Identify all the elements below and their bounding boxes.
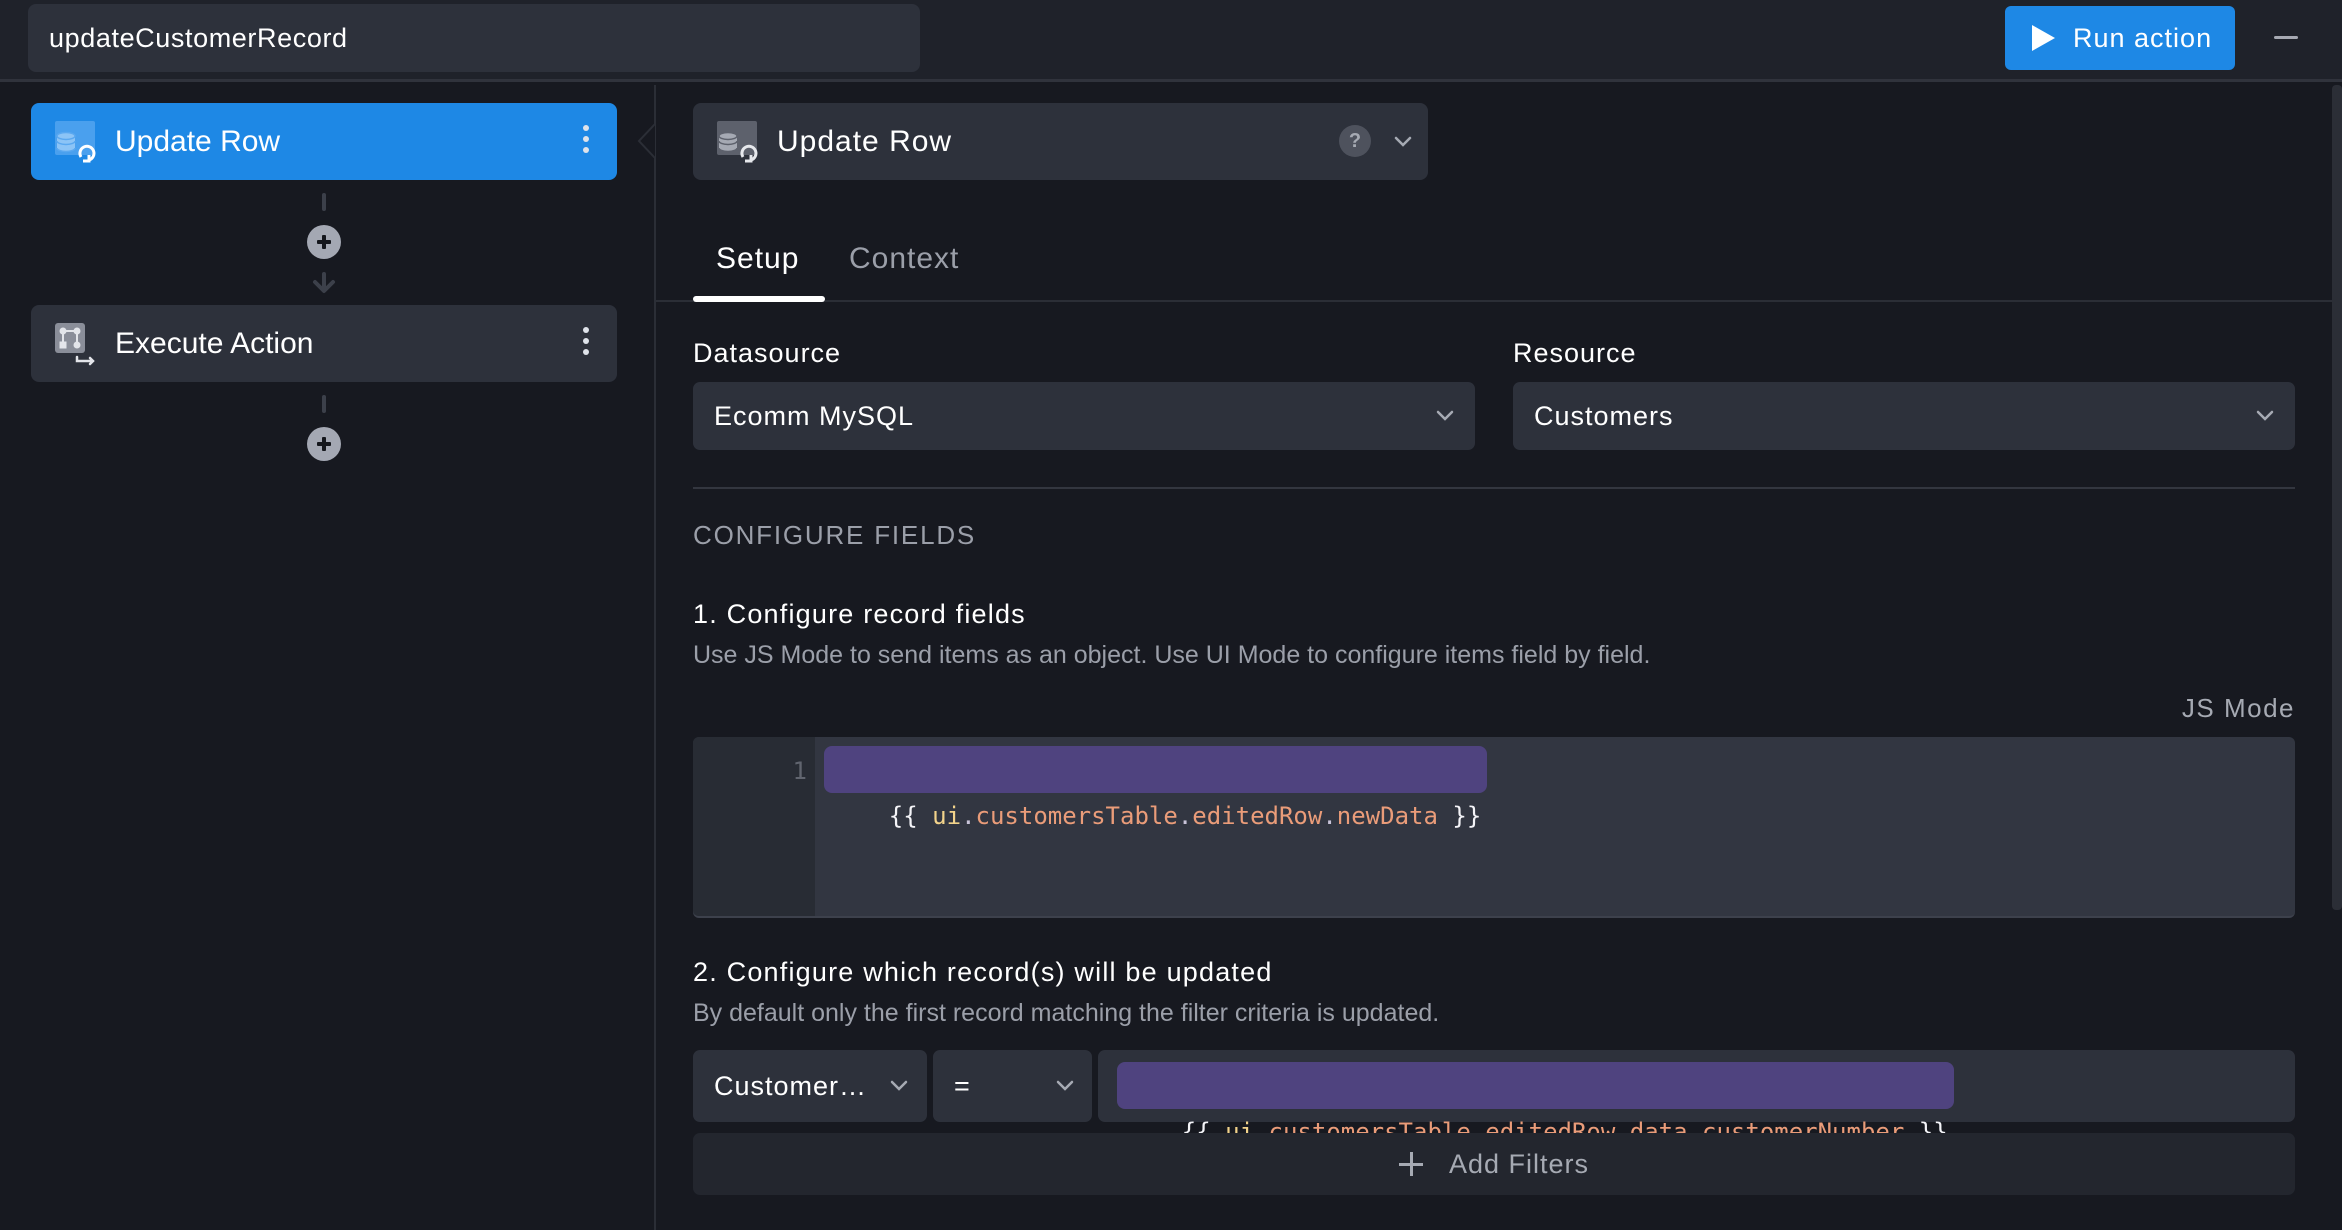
datasource-value: Ecomm MySQL xyxy=(714,401,915,431)
step-label: Update Row xyxy=(115,124,281,158)
filter-operator-value: = xyxy=(954,1071,971,1101)
filter-value-input[interactable]: {{ ui.customersTable.editedRow.data.cust… xyxy=(1098,1050,2295,1146)
step-card-update-row[interactable]: Update Row xyxy=(31,103,617,180)
help-icon[interactable]: ? xyxy=(1339,125,1371,157)
binding-expression: {{ ui.customersTable.editedRow.data.cust… xyxy=(1117,1062,1954,1146)
run-action-label: Run action xyxy=(2073,23,2213,53)
add-filters-button[interactable]: Add Filters xyxy=(693,1133,2295,1195)
chevron-down-icon[interactable] xyxy=(1393,135,1413,149)
binding-expression: {{ ui.customersTable.editedRow.newData }… xyxy=(824,746,1488,830)
database-update-icon xyxy=(717,121,758,163)
tab-context[interactable]: Context xyxy=(849,225,959,301)
run-action-button[interactable]: Run action xyxy=(2005,6,2235,70)
scrollbar[interactable] xyxy=(2332,85,2342,910)
record-fields-code-editor[interactable]: 1 {{ ui.customersTable.editedRow.newData… xyxy=(693,737,2295,918)
play-icon xyxy=(2032,25,2055,51)
chevron-down-icon xyxy=(2256,410,2274,421)
add-step-button[interactable] xyxy=(307,427,341,461)
chevron-down-icon xyxy=(890,1080,908,1091)
line-gutter: 1 xyxy=(693,737,815,916)
connector-line xyxy=(322,395,326,413)
datasource-select[interactable]: Ecomm MySQL xyxy=(693,382,1475,450)
step-type-title: Update Row xyxy=(777,125,953,158)
more-options-icon[interactable] xyxy=(581,327,591,361)
filter-field-value: Customer… xyxy=(714,1071,868,1101)
action-name-input[interactable]: updateCustomerRecord xyxy=(28,4,920,72)
resource-label: Resource xyxy=(1513,338,1637,368)
add-filters-label: Add Filters xyxy=(1449,1149,1590,1179)
tab-setup[interactable]: Setup xyxy=(716,225,799,301)
active-tab-indicator xyxy=(693,296,825,302)
resource-value: Customers xyxy=(1534,401,1674,431)
line-number: 1 xyxy=(792,757,807,785)
arrow-down-icon xyxy=(313,272,335,293)
chevron-down-icon xyxy=(1436,410,1454,421)
step-type-selector[interactable]: Update Row ? xyxy=(693,103,1428,180)
datasource-label: Datasource xyxy=(693,338,842,368)
top-bar: updateCustomerRecord Run action xyxy=(0,0,2342,82)
add-step-button[interactable] xyxy=(307,225,341,259)
configure-fields-heading: CONFIGURE FIELDS xyxy=(693,520,977,550)
step-card-execute-action[interactable]: Execute Action xyxy=(31,305,617,382)
connector-line xyxy=(322,193,326,211)
step1-title: 1. Configure record fields xyxy=(693,599,1026,629)
step2-description: By default only the first record matchin… xyxy=(693,999,1440,1027)
tab-baseline xyxy=(656,300,2332,302)
more-options-icon[interactable] xyxy=(581,125,591,159)
step1-description: Use JS Mode to send items as an object. … xyxy=(693,641,1651,669)
execute-action-icon xyxy=(55,323,95,366)
resource-select[interactable]: Customers xyxy=(1513,382,2295,450)
database-update-icon xyxy=(55,121,96,163)
minimize-icon[interactable] xyxy=(2268,25,2304,49)
section-divider xyxy=(693,487,2295,489)
active-step-pointer xyxy=(637,124,656,158)
plus-icon xyxy=(1399,1152,1423,1176)
filter-operator-select[interactable]: = xyxy=(933,1050,1092,1122)
js-mode-toggle[interactable]: JS Mode xyxy=(2182,693,2295,724)
filter-field-select[interactable]: Customer… xyxy=(693,1050,927,1122)
chevron-down-icon xyxy=(1056,1080,1074,1091)
step2-title: 2. Configure which record(s) will be upd… xyxy=(693,957,1273,987)
step-label: Execute Action xyxy=(115,326,314,360)
